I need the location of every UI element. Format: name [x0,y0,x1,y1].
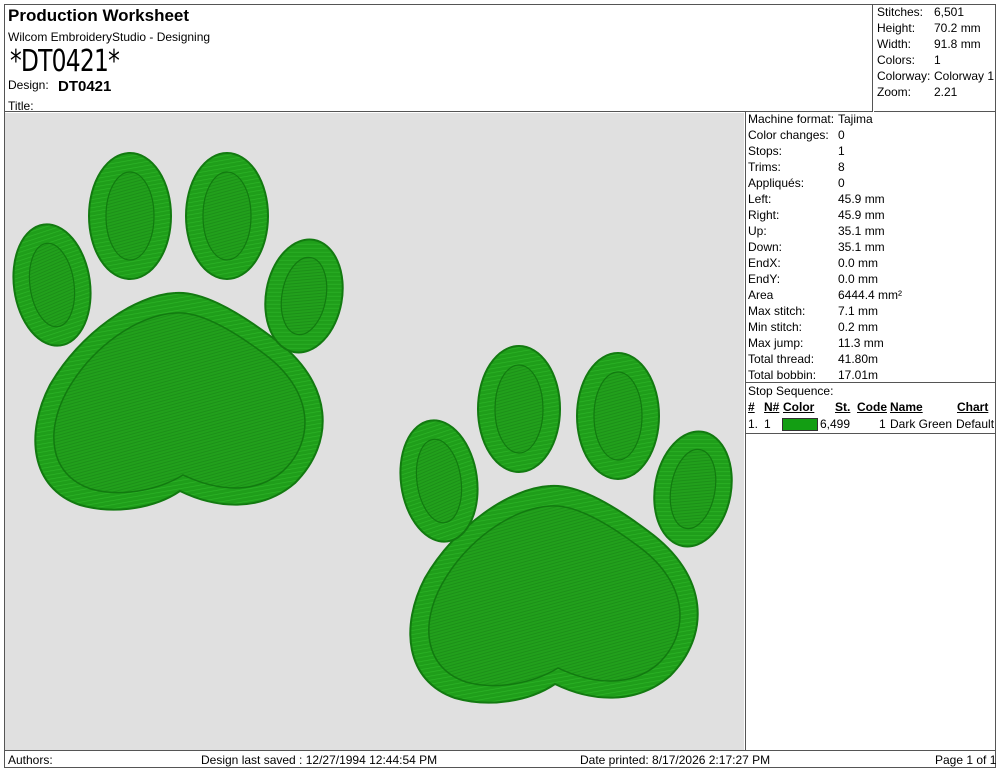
stat-label: Colors: [877,53,916,67]
row-stitches: 6,499 [820,417,851,431]
info-value: 45.9 mm [838,192,885,206]
info-value: 35.1 mm [838,240,885,254]
date-printed: Date printed: 8/17/2026 2:17:27 PM [580,753,771,767]
stop-sequence-table: Stop Sequence: # N# Color St. Code Name … [746,382,996,434]
stop-sequence-label: Stop Sequence: [748,384,834,398]
info-value: 0.0 mm [838,256,879,270]
page-title: Production Worksheet [8,6,190,25]
design-label: Design: [8,78,49,92]
info-label: Trims: [748,160,781,174]
title-label: Title: [8,99,34,113]
table-divider [746,433,996,434]
column-header: Code [857,400,887,414]
info-label: Min stitch: [748,320,803,334]
stat-value: Colorway 1 [934,69,995,83]
info-label: EndX: [748,256,781,270]
stat-value: 91.8 mm [934,37,981,51]
authors-label: Authors: [8,753,53,767]
info-label: Area [748,288,774,302]
column-header: Chart [957,400,989,414]
paw-print-left [12,152,344,511]
column-header: Color [783,400,815,414]
stat-value: 2.21 [934,85,958,99]
info-value: 11.3 mm [838,336,884,350]
stat-label: Zoom: [877,85,912,99]
column-header: St. [835,400,851,414]
stat-label: Height: [877,21,916,35]
info-value: 6444.4 mm² [838,288,903,302]
info-value: 41.80m [838,352,879,366]
design-preview [5,113,744,750]
paw-prints-image [12,152,733,704]
info-label: Max jump: [748,336,804,350]
info-label: Left: [748,192,772,206]
stat-label: Colorway: [877,69,931,83]
info-label: Stops: [748,144,783,158]
info-label: Color changes: [748,128,829,142]
column-header: # [748,400,755,414]
info-value: 0 [838,176,845,190]
info-label: EndY: [748,272,781,286]
info-label: Down: [748,240,783,254]
design-stats: Stitches: 6,501 Height: 70.2 mm Width: 9… [874,4,996,112]
column-header: N# [764,400,780,414]
row-chart: Default [956,417,995,431]
stat-label: Width: [877,37,912,51]
info-label: Machine format: [748,112,835,126]
info-value: 7.1 mm [838,304,879,318]
row-code: 1 [879,417,886,431]
machine-info-panel: Machine format: Tajima Color changes: 0 … [745,112,996,750]
info-value: 8 [838,160,845,174]
info-value: Tajima [838,112,873,126]
info-value: 0.0 mm [838,272,879,286]
stat-value: 1 [934,53,941,67]
column-header: Name [890,400,923,414]
row-name: Dark Green [890,417,953,431]
design-file-name: *DT0421* [10,44,120,79]
info-value: 0.2 mm [838,320,879,334]
info-value: 17.01m [838,368,879,382]
stat-value: 6,501 [934,5,965,19]
info-label: Up: [748,224,767,238]
info-value: 1 [838,144,845,158]
worksheet-header: Production Worksheet Wilcom EmbroiderySt… [4,4,873,113]
worksheet-footer: Authors: Design last saved : 12/27/1994 … [4,750,996,768]
software-name: Wilcom EmbroideryStudio - Designing [8,30,211,44]
page-number: Page 1 of 1 [935,753,997,767]
last-saved: Design last saved : 12/27/1994 12:44:54 … [201,753,438,767]
row-number: 1. [748,417,759,431]
info-value: 0 [838,128,845,142]
stat-value: 70.2 mm [934,21,981,35]
info-label: Total thread: [748,352,815,366]
row-needle: 1 [764,417,771,431]
info-label: Max stitch: [748,304,806,318]
design-value: DT0421 [58,78,112,95]
color-swatch [782,418,818,431]
info-label: Total bobbin: [748,368,817,382]
stat-label: Stitches: [877,5,924,19]
info-value: 35.1 mm [838,224,885,238]
info-label: Appliqués: [748,176,805,190]
info-label: Right: [748,208,780,222]
info-value: 45.9 mm [838,208,885,222]
paw-print-right [399,345,733,704]
